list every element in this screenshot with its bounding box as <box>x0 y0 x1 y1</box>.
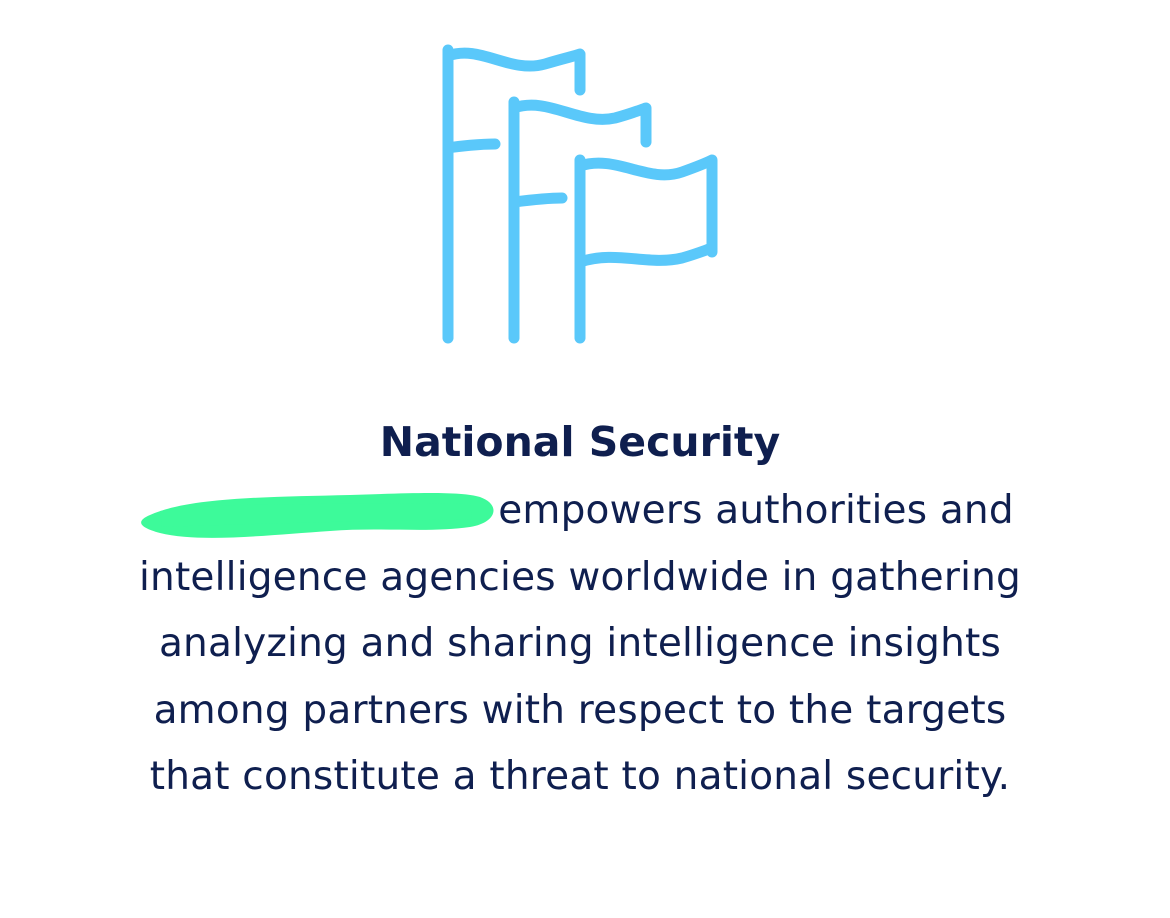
flags-icon <box>420 30 740 360</box>
description-line-2: intelligence agencies worldwide in gathe… <box>138 554 1021 600</box>
feature-card: National Security empowers authorities a… <box>0 0 1170 918</box>
section-title: National Security <box>379 418 781 466</box>
description-line-5: that constitute a threat to national sec… <box>149 754 1011 799</box>
description-line-1-text: empowers authorities and <box>498 488 1014 533</box>
description: empowers authorities and intelligence ag… <box>40 478 1120 811</box>
description-line-1: empowers authorities and <box>40 478 1120 545</box>
redaction-mark <box>141 481 494 538</box>
description-line-3: analyzing and sharing intelligence insig… <box>158 621 1002 666</box>
description-line-4: among partners with respect to the targe… <box>153 687 1007 733</box>
